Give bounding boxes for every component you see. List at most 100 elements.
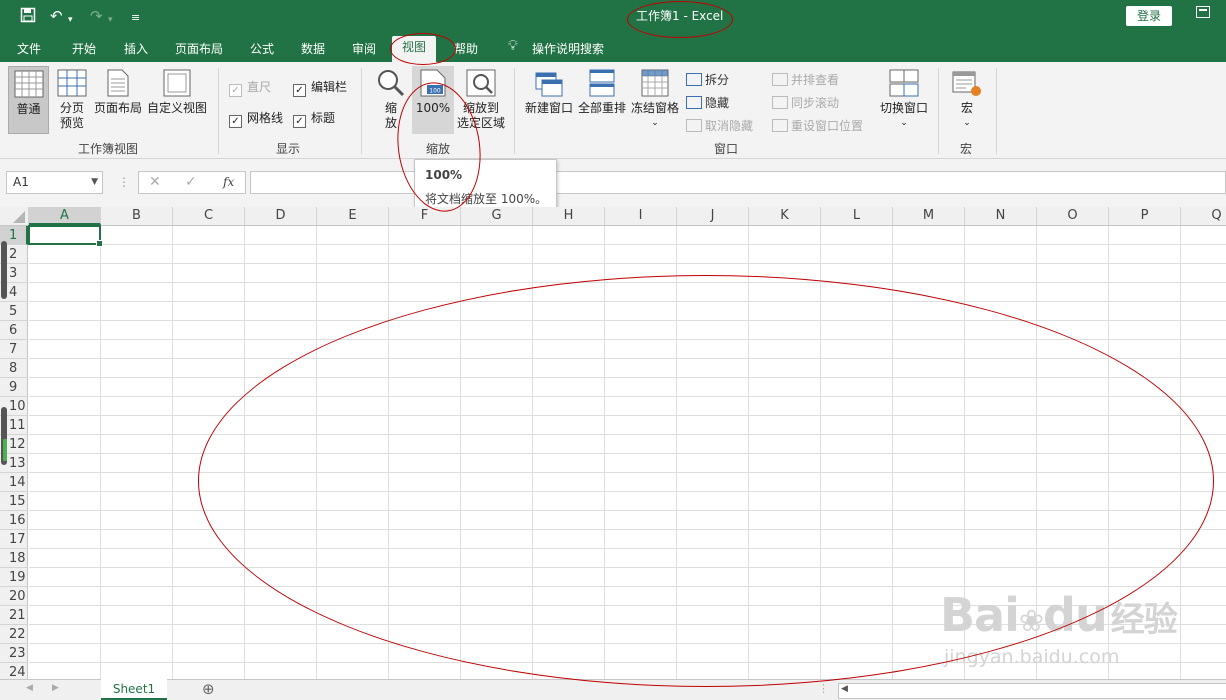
custom-views-button[interactable]: 自定义视图 (146, 69, 208, 116)
new-window-button[interactable]: 新建窗口 (524, 69, 574, 116)
row-header-9[interactable]: 9 (0, 378, 28, 397)
divider (361, 68, 362, 154)
macros-button[interactable]: 宏 ⌄ (946, 69, 988, 131)
split-button[interactable]: 拆分 (686, 71, 729, 88)
sheet-tab-sheet1[interactable]: Sheet1 (101, 679, 167, 700)
zoom-button[interactable]: 缩 放 (372, 69, 410, 131)
switch-windows-button[interactable]: 切换窗口 ⌄ (878, 69, 930, 131)
column-header-g[interactable]: G (461, 207, 533, 225)
row-header-20[interactable]: 20 (0, 587, 28, 606)
new-window-icon (535, 72, 563, 97)
row-header-7[interactable]: 7 (0, 340, 28, 359)
column-header-h[interactable]: H (533, 207, 605, 225)
group-label-window: 窗口 (714, 142, 739, 156)
horizontal-scrollbar[interactable]: ◀ (838, 683, 1226, 699)
scroll-left-icon[interactable]: ◀ (26, 683, 33, 693)
column-header-i[interactable]: I (605, 207, 677, 225)
gridlines-checkbox[interactable]: ✓ 网格线 (229, 109, 283, 128)
headings-checkbox[interactable]: ✓ 标题 (293, 109, 335, 128)
column-header-q[interactable]: Q (1181, 207, 1226, 225)
undo-icon[interactable]: ↶ (50, 7, 63, 25)
row-header-24[interactable]: 24 (0, 663, 28, 679)
arrange-all-button[interactable]: 全部重排 (577, 69, 627, 116)
page-layout-view-button[interactable]: 页面布局 (92, 69, 144, 116)
unhide-icon (686, 119, 702, 132)
row-header-16[interactable]: 16 (0, 511, 28, 530)
add-sheet-icon[interactable]: ⊕ (202, 680, 215, 698)
row-header-15[interactable]: 15 (0, 492, 28, 511)
tab-review[interactable]: 审阅 (352, 40, 376, 57)
column-header-o[interactable]: O (1037, 207, 1109, 225)
column-header-m[interactable]: M (893, 207, 965, 225)
hide-button[interactable]: 隐藏 (686, 94, 729, 111)
more-options-icon: ⋮ (118, 175, 130, 189)
tab-insert[interactable]: 插入 (124, 40, 148, 57)
tell-me-search[interactable]: 操作说明搜索 (532, 40, 604, 57)
insert-function-icon[interactable]: fx (223, 175, 234, 189)
column-header-b[interactable]: B (101, 207, 173, 225)
formula-bar-label: 编辑栏 (311, 80, 348, 94)
save-icon[interactable] (20, 7, 36, 27)
tab-data[interactable]: 数据 (301, 40, 325, 57)
row-header-6[interactable]: 6 (0, 321, 28, 340)
row-header-17[interactable]: 17 (0, 530, 28, 549)
formula-bar: A1 ▼ ⋮ ✕ ✓ fx (0, 159, 1226, 207)
column-header-k[interactable]: K (749, 207, 821, 225)
divider (514, 68, 515, 154)
tooltip-title: 100% (425, 168, 463, 182)
tab-help[interactable]: 帮助 (454, 40, 478, 57)
column-header-e[interactable]: E (317, 207, 389, 225)
fill-handle[interactable] (96, 240, 103, 247)
zoom-selection-icon (466, 69, 496, 97)
tab-file[interactable]: 文件 (17, 40, 41, 57)
sync-scroll-icon (772, 96, 788, 109)
row-header-8[interactable]: 8 (0, 359, 28, 378)
freeze-panes-button[interactable]: 冻结窗格 ⌄ (630, 69, 680, 131)
row-header-14[interactable]: 14 (0, 473, 28, 492)
headings-label: 标题 (311, 111, 336, 125)
customize-toolbar-icon[interactable]: ≡ (131, 9, 140, 27)
tab-formulas[interactable]: 公式 (250, 40, 274, 57)
column-header-n[interactable]: N (965, 207, 1037, 225)
scroll-left-arrow-icon[interactable]: ◀ (841, 684, 848, 694)
undo-dropdown-icon[interactable]: ▾ (68, 11, 73, 29)
name-box[interactable]: A1 ▼ (6, 171, 103, 194)
zoom-to-selection-button[interactable]: 缩放到 选定区域 (456, 69, 506, 131)
select-all-button[interactable] (0, 207, 29, 225)
unhide-button: 取消隐藏 (686, 117, 753, 134)
row-header-23[interactable]: 23 (0, 644, 28, 663)
hide-label: 隐藏 (705, 96, 730, 110)
ruler-label: 直尺 (247, 80, 272, 94)
normal-view-button[interactable]: 普通 (8, 66, 49, 134)
chevron-down-icon[interactable]: ▼ (91, 172, 98, 193)
row-header-21[interactable]: 21 (0, 606, 28, 625)
active-cell-a1[interactable] (28, 225, 103, 247)
column-header-j[interactable]: J (677, 207, 749, 225)
row-header-19[interactable]: 19 (0, 568, 28, 587)
login-button[interactable]: 登录 (1126, 6, 1172, 26)
column-header-l[interactable]: L (821, 207, 893, 225)
row-header-22[interactable]: 22 (0, 625, 28, 644)
page-break-label-2: 预览 (59, 116, 84, 130)
ruler-checkbox: ✓ 直尺 (229, 78, 271, 97)
row-header-5[interactable]: 5 (0, 302, 28, 321)
column-header-a[interactable]: A (29, 207, 101, 225)
column-header-p[interactable]: P (1109, 207, 1181, 225)
column-header-c[interactable]: C (173, 207, 245, 225)
column-header-f[interactable]: F (389, 207, 461, 225)
normal-view-icon (14, 70, 43, 98)
row-header-18[interactable]: 18 (0, 549, 28, 568)
splitter-icon[interactable]: ⋮ (818, 682, 829, 695)
redo-icon: ↷ (90, 7, 103, 25)
tab-home[interactable]: 开始 (72, 40, 96, 57)
tab-page-layout[interactable]: 页面布局 (175, 40, 223, 57)
ribbon-display-icon[interactable] (1196, 6, 1210, 22)
tab-view[interactable]: 视图 (392, 36, 437, 62)
page-break-preview-button[interactable]: 分页 预览 (54, 69, 90, 131)
zoom-100-button[interactable]: 100 100% (412, 66, 454, 134)
scroll-right-icon[interactable]: ▶ (52, 683, 59, 693)
normal-view-label: 普通 (16, 102, 41, 116)
column-header-d[interactable]: D (245, 207, 317, 225)
formula-input[interactable] (250, 171, 1226, 194)
formula-bar-checkbox[interactable]: ✓ 编辑栏 (293, 78, 347, 97)
